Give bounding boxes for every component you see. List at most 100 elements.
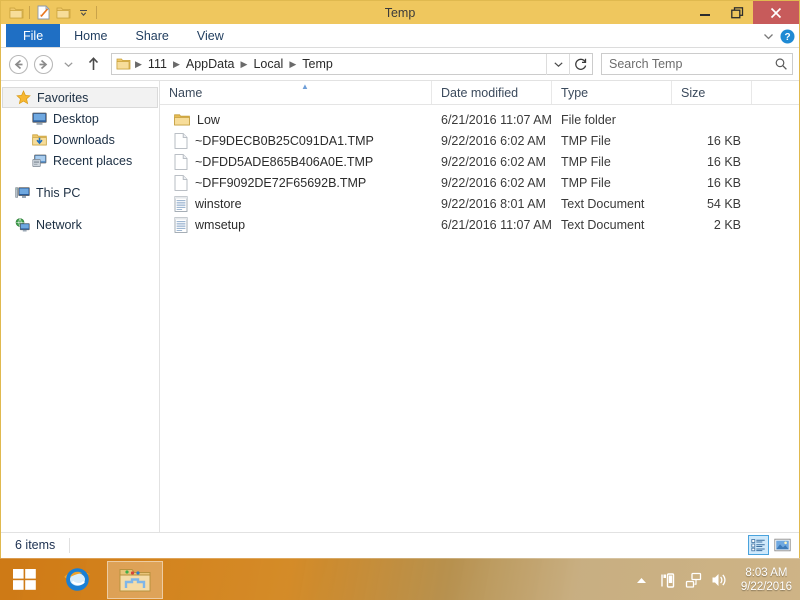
expand-ribbon-icon[interactable] xyxy=(763,32,774,41)
file-type: Text Document xyxy=(561,217,645,232)
nav-gap-1 xyxy=(1,171,159,182)
breadcrumb-item-1[interactable]: AppData xyxy=(183,57,238,71)
table-row[interactable]: winstore 9/22/2016 8:01 AM Text Document… xyxy=(160,193,799,214)
breadcrumb-chevron-2: ▶ xyxy=(240,58,248,69)
tab-view[interactable]: View xyxy=(183,24,238,47)
file-explorer-taskbar-button[interactable] xyxy=(107,560,163,599)
recent-locations-icon[interactable] xyxy=(57,53,80,76)
blank-file-icon xyxy=(174,132,188,149)
file-name: winstore xyxy=(195,196,242,211)
flag-action-center-icon[interactable] xyxy=(659,572,676,589)
file-type: TMP File xyxy=(561,175,611,190)
clock-time: 8:03 AM xyxy=(745,567,788,579)
taskbar: 8:03 AM 9/22/2016 xyxy=(0,558,800,600)
network-icon xyxy=(14,217,30,233)
internet-explorer-taskbar-button[interactable] xyxy=(49,561,105,599)
table-row[interactable]: Low 6/21/2016 11:07 AM File folder xyxy=(160,109,799,130)
file-name-cell: ~DFF9092DE72F65692B.TMP xyxy=(160,174,432,191)
sidebar-item-favorites[interactable]: Favorites xyxy=(2,87,158,108)
search-placeholder: Search Temp xyxy=(609,57,683,71)
file-name: ~DFDD5ADE865B406A0E.TMP xyxy=(195,154,374,169)
column-header-type[interactable]: Type xyxy=(552,81,672,104)
breadcrumb-chevron-0: ▶ xyxy=(135,58,142,69)
ribbon-tab-bar: File Home Share View ? xyxy=(1,24,799,48)
sidebar-item-label: Favorites xyxy=(37,90,89,105)
desktop-icon xyxy=(31,111,47,127)
column-header-date-modified[interactable]: Date modified xyxy=(432,81,552,104)
explorer-body: Favorites Desktop Downloads Recent place… xyxy=(1,80,799,532)
file-date: 6/21/2016 11:07 AM xyxy=(441,217,552,232)
clock[interactable]: 8:03 AM 9/22/2016 xyxy=(741,566,792,594)
text-document-icon xyxy=(174,195,188,212)
breadcrumb-item-2[interactable]: Local xyxy=(250,57,286,71)
breadcrumb-bar[interactable]: ▶ 111 ▶ AppData ▶ Local ▶ Temp xyxy=(111,53,593,75)
qat-separator-1 xyxy=(29,6,30,19)
properties-icon[interactable] xyxy=(33,3,53,23)
table-row[interactable]: ~DFF9092DE72F65692B.TMP 9/22/2016 6:02 A… xyxy=(160,172,799,193)
breadcrumb-item-0[interactable]: 111 xyxy=(145,57,170,71)
title-bar: Temp xyxy=(1,1,799,24)
column-header-label: Date modified xyxy=(441,85,519,100)
computer-icon xyxy=(14,185,30,201)
file-type: TMP File xyxy=(561,133,611,148)
file-size: 2 KB xyxy=(713,217,741,232)
column-header-size[interactable]: Size xyxy=(672,81,752,104)
previous-locations-chevron-down-icon[interactable] xyxy=(546,53,569,75)
column-header-label: Type xyxy=(561,85,589,100)
file-type: File folder xyxy=(561,112,616,127)
back-button[interactable] xyxy=(7,53,30,76)
sidebar-item-network[interactable]: Network xyxy=(1,214,159,235)
volume-tray-icon[interactable] xyxy=(711,572,728,589)
sidebar-item-recent-places[interactable]: Recent places xyxy=(1,150,159,171)
close-button[interactable] xyxy=(753,1,799,24)
view-mode-buttons xyxy=(748,535,793,555)
tab-file[interactable]: File xyxy=(6,24,61,47)
minimize-button[interactable] xyxy=(689,1,721,24)
sidebar-item-downloads[interactable]: Downloads xyxy=(1,129,159,150)
table-row[interactable]: ~DFDD5ADE865B406A0E.TMP 9/22/2016 6:02 A… xyxy=(160,151,799,172)
window-controls xyxy=(689,1,799,24)
table-row[interactable]: wmsetup 6/21/2016 11:07 AM Text Document… xyxy=(160,214,799,235)
new-folder-icon[interactable] xyxy=(53,3,73,23)
breadcrumb-item-3[interactable]: Temp xyxy=(299,57,336,71)
breadcrumb-chevron-1: ▶ xyxy=(172,58,180,69)
file-list-pane: Name ▲ Date modified Type Size Low 6/21/… xyxy=(160,81,799,532)
file-size: 54 KB xyxy=(706,196,741,211)
show-hidden-icons-button[interactable] xyxy=(633,572,650,589)
star-icon xyxy=(15,90,31,106)
file-date: 9/22/2016 8:01 AM xyxy=(441,196,546,211)
forward-button[interactable] xyxy=(32,53,55,76)
text-document-icon xyxy=(174,216,188,233)
item-count-label: 6 items xyxy=(15,538,56,552)
tab-home[interactable]: Home xyxy=(60,24,121,47)
file-type: TMP File xyxy=(561,154,611,169)
up-button[interactable] xyxy=(82,53,105,76)
start-button[interactable] xyxy=(0,559,48,600)
network-tray-icon[interactable] xyxy=(685,572,702,589)
downloads-folder-icon xyxy=(31,132,47,148)
refresh-icon[interactable] xyxy=(569,53,592,75)
sidebar-item-label: Desktop xyxy=(53,111,99,126)
search-icon[interactable] xyxy=(774,57,788,71)
restore-button[interactable] xyxy=(721,1,753,24)
status-separator xyxy=(69,537,71,553)
clock-date: 9/22/2016 xyxy=(740,581,792,593)
column-header-name[interactable]: Name ▲ xyxy=(160,81,432,104)
recent-places-icon xyxy=(31,153,47,169)
help-icon[interactable]: ? xyxy=(780,29,795,44)
blank-file-icon xyxy=(174,153,188,170)
search-input[interactable]: Search Temp xyxy=(601,53,793,75)
file-explorer-window: Temp File Home Share View ? ▶ 111 ▶ AppD… xyxy=(0,0,800,558)
file-size: 16 KB xyxy=(706,154,741,169)
tab-share[interactable]: Share xyxy=(122,24,183,47)
large-icons-view-button[interactable] xyxy=(772,535,793,555)
file-date: 9/22/2016 6:02 AM xyxy=(441,175,546,190)
sidebar-item-desktop[interactable]: Desktop xyxy=(1,108,159,129)
chevron-down-icon[interactable] xyxy=(73,3,93,23)
file-name-cell: ~DF9DECB0B25C091DA1.TMP xyxy=(160,132,432,149)
folder-icon[interactable] xyxy=(6,3,26,23)
sidebar-item-this-pc[interactable]: This PC xyxy=(1,182,159,203)
table-row[interactable]: ~DF9DECB0B25C091DA1.TMP 9/22/2016 6:02 A… xyxy=(160,130,799,151)
desktop: Temp File Home Share View ? ▶ 111 ▶ AppD… xyxy=(0,0,800,600)
details-view-button[interactable] xyxy=(748,535,769,555)
